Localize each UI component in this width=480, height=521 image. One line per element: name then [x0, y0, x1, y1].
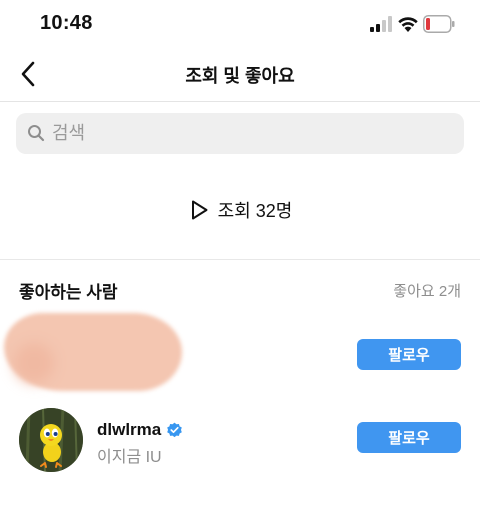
list-item[interactable]: dlwlrma 이지금 IU 팔로우	[0, 400, 480, 480]
wifi-icon	[398, 17, 418, 32]
views-count: 조회 32명	[217, 201, 293, 221]
play-icon	[191, 200, 208, 220]
likes-count: 좋아요 2개	[393, 283, 461, 300]
follow-button[interactable]: 팔로우	[357, 422, 461, 453]
follow-button[interactable]: 팔로우	[357, 339, 461, 370]
status-time: 10:48	[40, 12, 93, 34]
views-row[interactable]: 조회 32명	[0, 190, 480, 230]
username[interactable]: dlwlrma	[97, 420, 161, 440]
likes-section-title: 좋아하는 사람	[19, 283, 118, 302]
search-icon	[28, 125, 45, 142]
verified-badge-icon	[167, 422, 183, 437]
nav-header: 조회 및 좋아요	[0, 48, 480, 102]
search-input[interactable]	[52, 113, 452, 154]
user-info: dlwlrma	[97, 420, 183, 440]
redacted-user-overlay	[4, 313, 182, 391]
avatar[interactable]	[19, 408, 83, 472]
cellular-signal-icon	[370, 16, 392, 32]
battery-icon	[423, 15, 455, 33]
status-bar: 10:48	[0, 0, 480, 48]
full-name: 이지금 IU	[97, 449, 162, 466]
list-item[interactable]: 팔로우	[0, 313, 480, 393]
search-bar[interactable]	[16, 113, 464, 154]
page-title: 조회 및 좋아요	[185, 66, 295, 86]
section-divider	[0, 259, 480, 260]
